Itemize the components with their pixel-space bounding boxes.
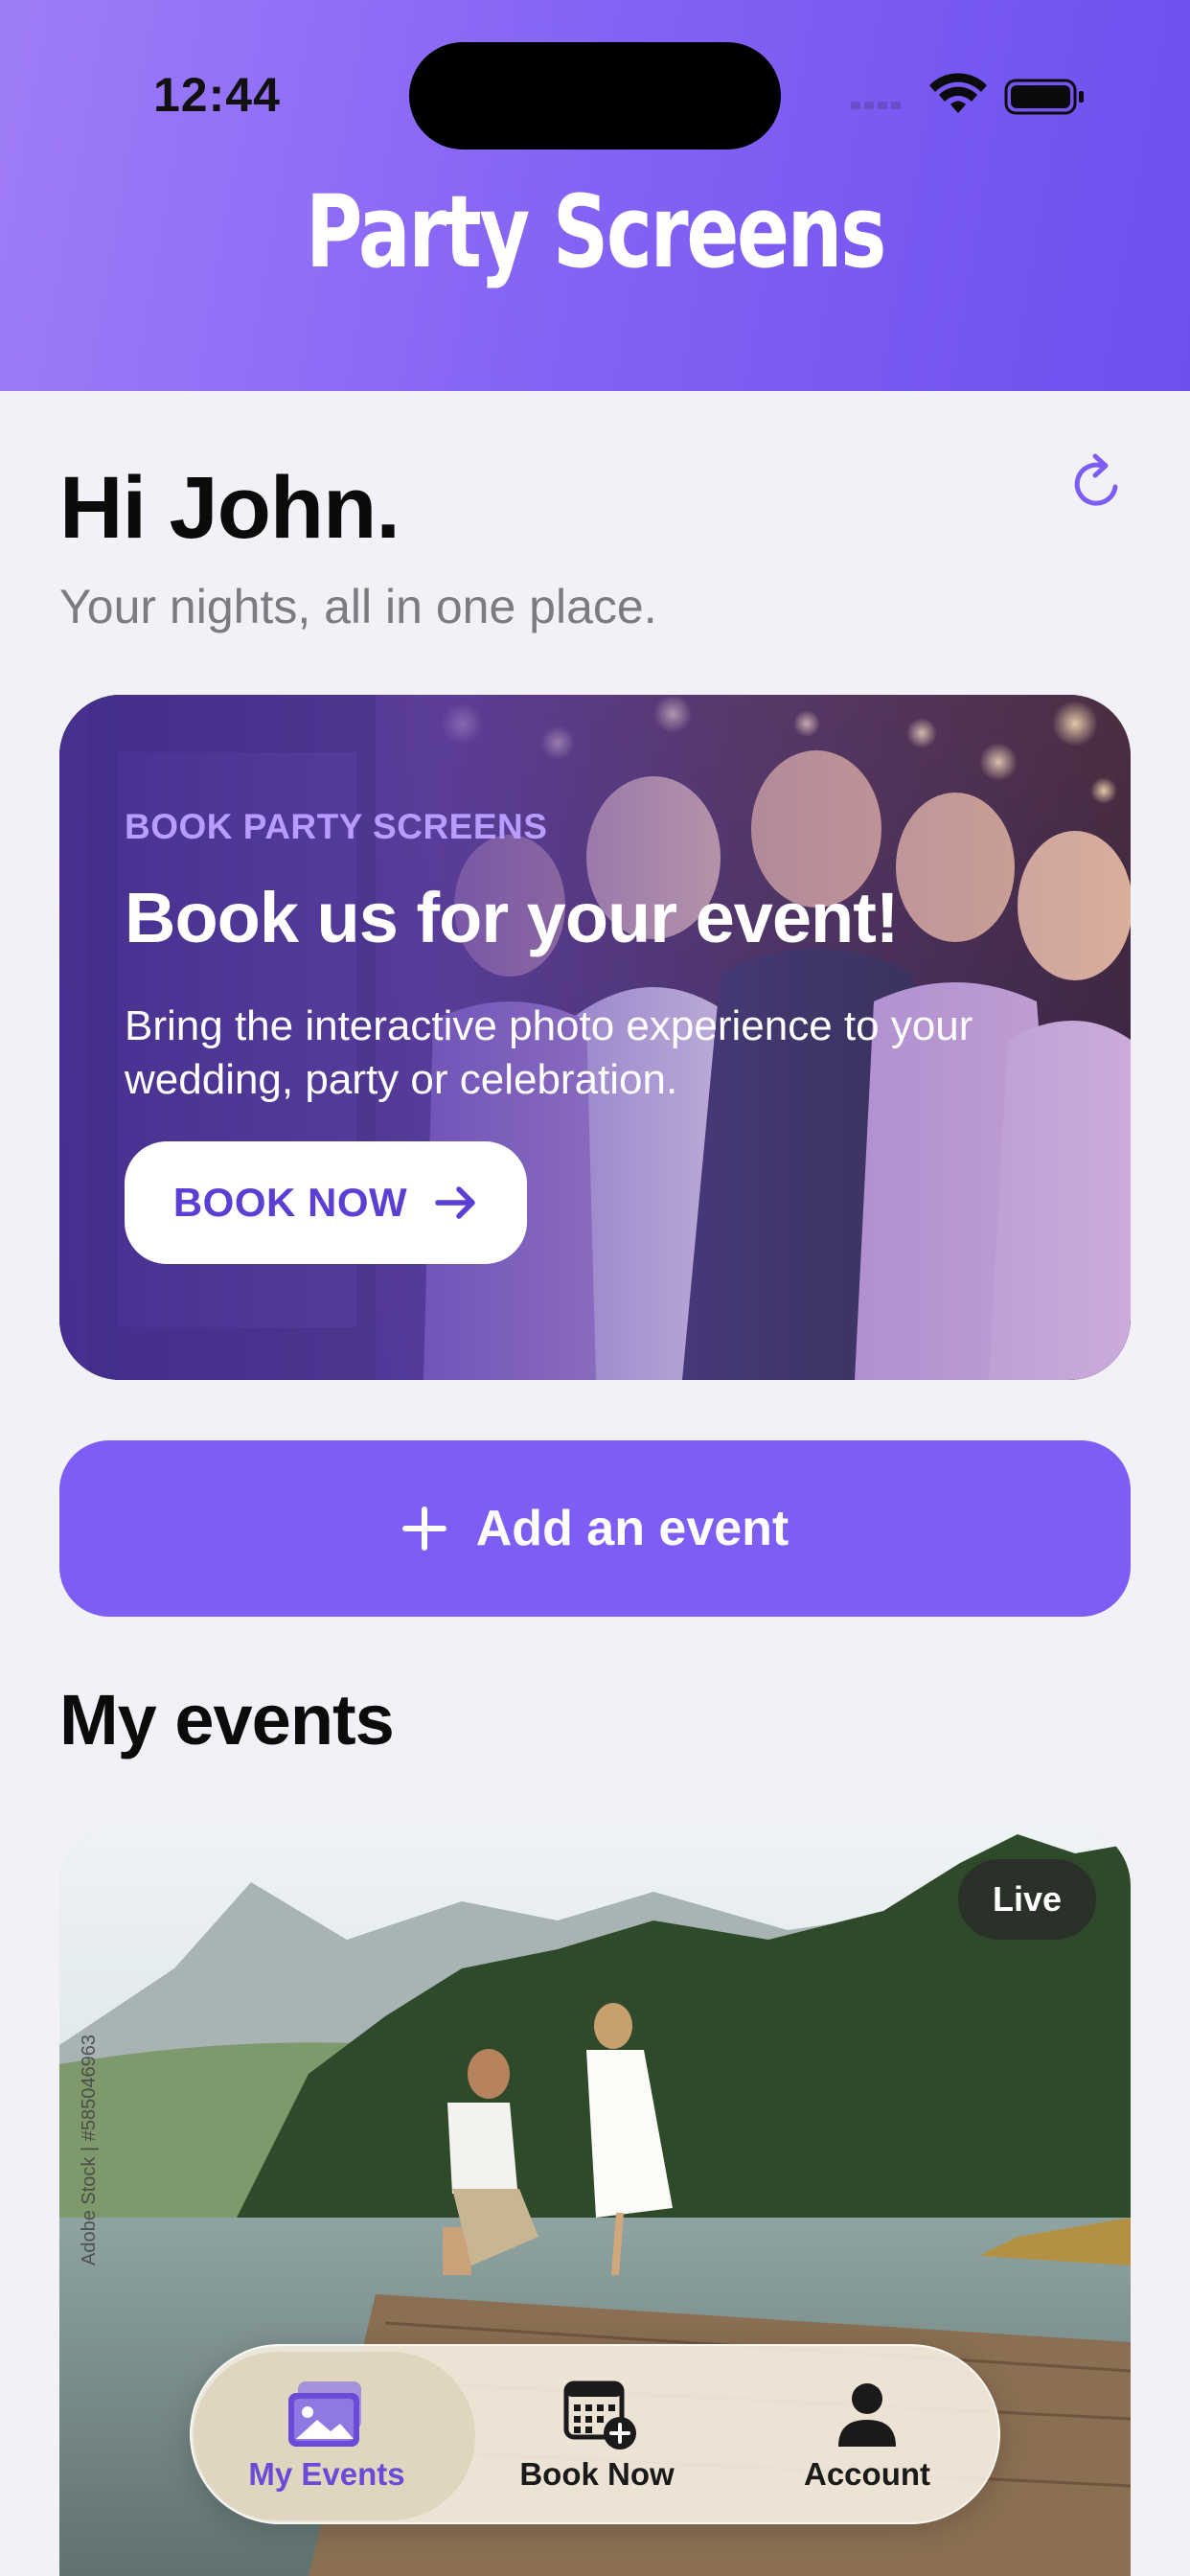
- add-event-button[interactable]: Add an event: [59, 1440, 1131, 1617]
- app-title: Party Screens: [305, 173, 886, 290]
- promo-description: Bring the interactive photo experience t…: [125, 1002, 973, 1103]
- my-events-title: My events: [59, 1680, 395, 1760]
- arrow-right-icon: [435, 1186, 475, 1219]
- stock-watermark: Adobe Stock | #585046963: [79, 2035, 100, 2266]
- refresh-icon[interactable]: [1064, 448, 1133, 518]
- status-icons: [851, 73, 1084, 115]
- tab-account[interactable]: Account: [732, 2346, 1002, 2526]
- calendar-add-icon: [563, 2380, 636, 2450]
- tab-my-events-label: My Events: [248, 2456, 405, 2492]
- wifi-icon: [929, 73, 987, 113]
- tab-account-label: Account: [804, 2456, 930, 2492]
- live-badge: Live: [958, 1859, 1096, 1940]
- book-now-label: BOOK NOW: [172, 1180, 408, 1225]
- signal-icon: [851, 102, 901, 109]
- plus-icon: [401, 1506, 446, 1551]
- greeting-subtitle: Your nights, all in one place.: [59, 580, 657, 633]
- tab-book-now[interactable]: Book Now: [462, 2346, 732, 2526]
- dynamic-island: [409, 42, 781, 150]
- greeting-title: Hi John.: [59, 459, 400, 557]
- promo-title: Book us for your event!: [125, 878, 900, 957]
- person-icon: [838, 2383, 896, 2447]
- book-now-button[interactable]: BOOK NOW: [125, 1141, 527, 1264]
- app-header: 12:44 Party Screens: [0, 0, 1190, 391]
- add-event-label: Add an event: [475, 1501, 790, 1556]
- battery-icon: [1004, 79, 1084, 115]
- promo-eyebrow: BOOK PARTY SCREENS: [125, 807, 548, 846]
- promo-card[interactable]: BOOK PARTY SCREENS Book us for your even…: [59, 695, 1131, 1380]
- tab-bar: My Events Book Now Account: [190, 2344, 1000, 2524]
- tab-book-now-label: Book Now: [519, 2456, 675, 2492]
- status-time: 12:44: [153, 68, 281, 122]
- tab-my-events[interactable]: My Events: [192, 2346, 475, 2526]
- photos-icon: [288, 2381, 361, 2447]
